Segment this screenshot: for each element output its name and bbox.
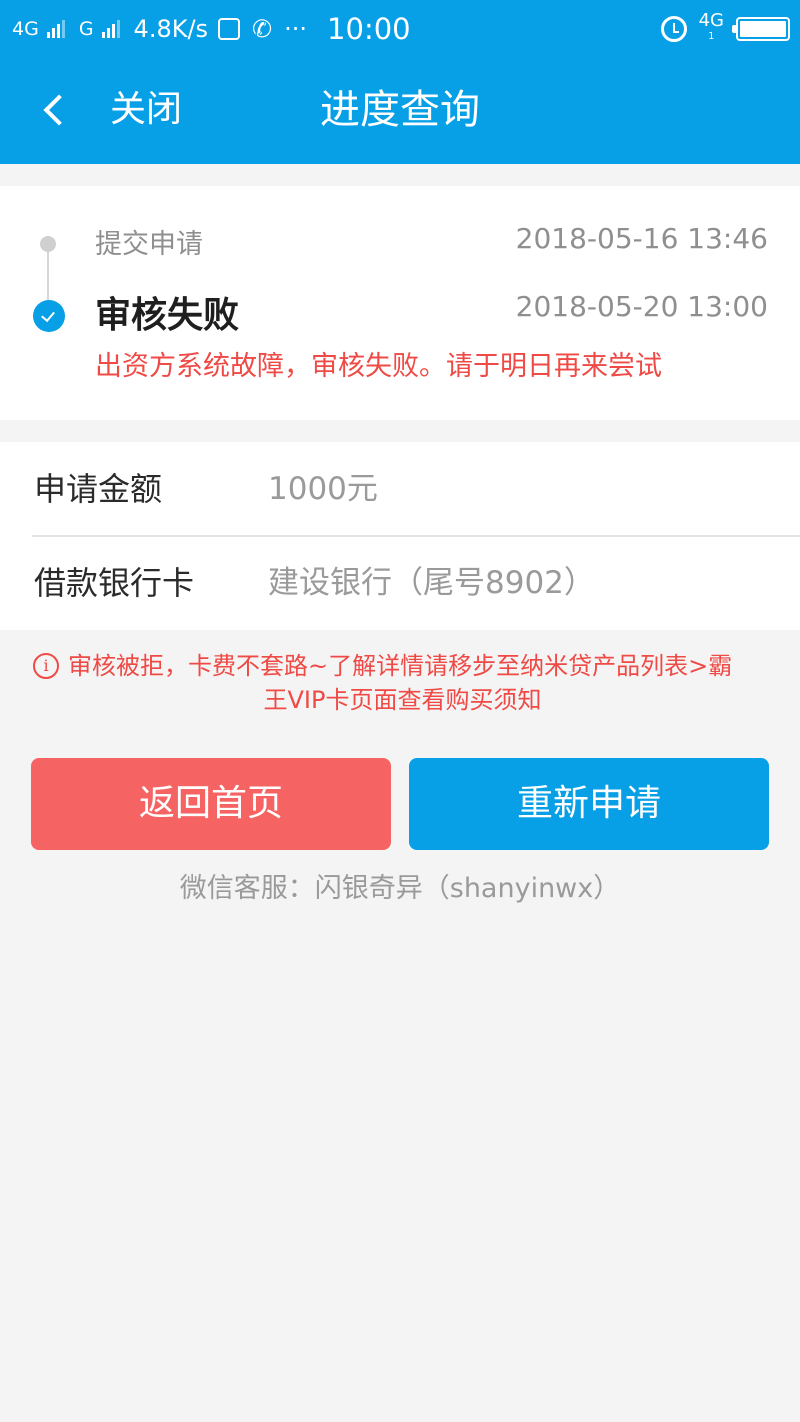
amount-label: 申请金额 [34,470,163,508]
check-icon [41,307,55,323]
step-submitted-label: 提交申请 [95,229,203,260]
timeline-connector [47,244,49,300]
notice-text-line1: 审核被拒，卡费不套路~了解详情请移步至纳米贷产品列表>霸 [68,652,733,680]
step-submitted-time: 2018-05-16 13:46 [515,222,768,255]
info-row-bank-card: 借款银行卡 建设银行（尾号8902） [0,536,800,630]
network-speed: 4.8K/s [133,15,209,43]
app-header: 关闭 进度查询 [0,58,800,164]
timeline-dot-submitted [40,236,56,252]
failure-reason: 出资方系统故障，审核失败。请于明日再来尝试 [95,351,662,382]
application-info: 申请金额 1000元 借款银行卡 建设银行（尾号8902） [0,442,800,630]
wechat-customer-service: 微信客服：闪银奇异（shanyinwx） [179,873,621,904]
status-bar-right: 4G 1 [660,0,790,58]
notice-text-line2: 王VIP卡页面查看购买须知 [263,686,542,714]
timeline-dot-current [33,300,65,332]
info-icon: i [33,653,59,679]
network-1: 4G [12,18,39,40]
status-bar: 4G G 4.8K/s ✆ ··· 10:00 4G 1 [0,0,800,58]
step-failed-time: 2018-05-20 13:00 [515,290,768,323]
network-4g-label: 4G [698,10,724,31]
info-row-amount: 申请金额 1000元 [0,442,800,537]
reapply-button[interactable]: 重新申请 [409,758,769,850]
phone-icon: ✆ [252,15,273,43]
signal-icon [46,20,65,38]
alipay-icon [218,18,241,40]
status-bar-left: 4G G 4.8K/s ✆ ··· 10:00 [12,0,411,58]
return-home-button[interactable]: 返回首页 [31,758,391,850]
bank-card-label: 借款银行卡 [34,564,195,602]
step-failed-label: 审核失败 [95,295,240,336]
signal-icon-2 [101,20,120,38]
amount-value: 1000元 [268,471,378,507]
clock: 10:00 [327,12,411,46]
network-2: G [78,18,94,40]
network-4g-icon: 4G 1 [698,10,724,45]
bank-card-value: 建设银行（尾号8902） [268,565,595,601]
network-4g-sub: 1 [708,31,715,42]
battery-icon [732,17,790,41]
progress-timeline: 提交申请 2018-05-16 13:46 审核失败 2018-05-20 13… [0,186,800,420]
page-title: 进度查询 [320,87,480,133]
more-icon: ··· [284,15,308,43]
alarm-icon [660,16,687,42]
